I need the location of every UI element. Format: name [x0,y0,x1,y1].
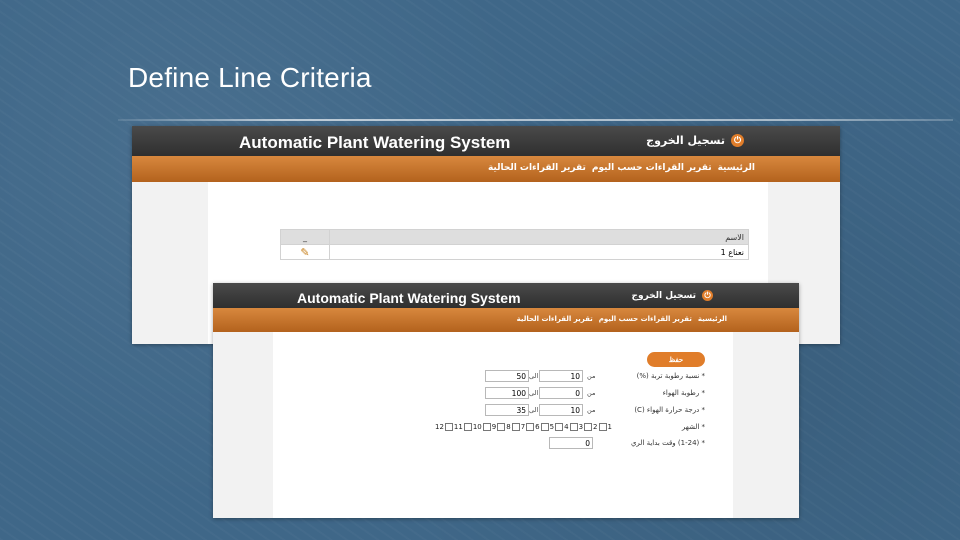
month-number: 8 [506,423,511,431]
air-temperature-from-input[interactable] [539,404,583,416]
to-label: الى [529,372,539,380]
month-number: 3 [578,423,584,431]
slide-title: Define Line Criteria [128,62,372,93]
month-checkbox[interactable] [569,423,578,431]
soil-moisture-from-input[interactable] [539,370,583,382]
month-option: 11 [444,420,463,434]
month-checkbox[interactable] [482,423,491,431]
save-button[interactable]: حفظ [647,352,705,367]
month-number: 11 [453,423,463,431]
table-row: نعناع 1 ✎ [280,244,749,260]
column-header-name: الاسم [329,229,749,245]
app-screenshot-form: Automatic Plant Watering System ⏻ تسجيل … [213,283,799,518]
from-label: من [587,406,596,414]
nav-item-current-report[interactable]: تقرير القراءات الحالية [517,315,593,323]
soil-moisture-to-input[interactable] [485,370,529,382]
app-title: Automatic Plant Watering System [239,133,511,152]
month-option: 6 [525,420,540,434]
nav-item-daily-report[interactable]: تقرير القراءات حسب اليوم [599,315,692,323]
month-number: 10 [472,423,482,431]
app-header: Automatic Plant Watering System ⏻ تسجيل … [132,126,840,156]
app-header: Automatic Plant Watering System ⏻ تسجيل … [213,283,799,308]
month-option: 1 [598,420,612,434]
month-checkbox[interactable] [584,423,593,431]
lines-table: الاسم _ نعناع 1 ✎ [280,229,749,260]
from-label: من [587,372,596,380]
month-option: 12 [435,420,444,434]
power-icon: ⏻ [731,134,744,147]
logout-button[interactable]: ⏻ تسجيل الخروج [646,134,744,147]
month-option: 9 [482,420,496,434]
air-humidity-to-input[interactable] [485,387,529,399]
nav-item-daily-report[interactable]: تقرير القراءات حسب اليوم [592,163,712,173]
air-humidity-row: * رطوبة الهواء من الى [213,386,799,400]
start-time-label: * (1-24) وقت بداية الري [630,439,705,447]
logout-label: تسجيل الخروج [646,134,725,147]
to-label: الى [529,406,539,414]
month-checkbox[interactable] [598,423,607,431]
from-label: من [587,389,596,397]
month-number: 12 [435,423,444,431]
nav-bar: الرئيسية تقرير القراءات حسب اليوم تقرير … [213,308,799,332]
to-label: الى [529,389,539,397]
logout-label: تسجيل الخروج [631,290,697,301]
edit-cell: ✎ [280,244,330,260]
air-temperature-to-input[interactable] [485,404,529,416]
month-option: 7 [511,420,525,434]
month-checkbox[interactable] [526,423,535,431]
air-humidity-label: * رطوبة الهواء [662,389,705,397]
month-option: 2 [583,420,598,434]
month-number: 4 [564,423,569,431]
app-title: Automatic Plant Watering System [297,290,521,306]
nav-item-home[interactable]: الرئيسية [698,315,727,323]
month-option: 5 [540,420,554,434]
month-checkbox[interactable] [555,423,564,431]
power-icon: ⏻ [702,290,713,301]
month-number: 1 [607,423,612,431]
table-header-row: الاسم _ [280,229,749,245]
month-checkbox[interactable] [540,423,549,431]
nav-bar: الرئيسية تقرير القراءات حسب اليوم تقرير … [132,156,840,182]
month-option: 10 [463,420,482,434]
column-header-action: _ [280,229,330,245]
start-time-input[interactable] [549,437,593,449]
air-temperature-label: * درجة حرارة الهواء (C) [634,406,705,414]
month-checkbox[interactable] [497,423,506,431]
nav-item-home[interactable]: الرئيسية [718,163,755,173]
month-option: 3 [569,420,583,434]
month-row: * الشهر 1 2 3 4 5 6 7 8 9 10 11 12 [213,420,799,434]
month-option: 4 [554,420,569,434]
left-margin [132,182,208,344]
logout-button[interactable]: ⏻ تسجيل الخروج [631,290,713,301]
month-number: 7 [520,423,526,431]
air-humidity-from-input[interactable] [539,387,583,399]
soil-moisture-label: * نسبة رطوبة تربة (%) [636,372,705,380]
month-number: 6 [535,423,540,431]
soil-moisture-row: * نسبة رطوبة تربة (%) من الى [213,369,799,383]
month-checkbox[interactable] [444,423,453,431]
cell-name: نعناع 1 [329,244,749,260]
month-option: 8 [496,420,511,434]
month-checkbox-group: 1 2 3 4 5 6 7 8 9 10 11 12 [435,420,612,434]
month-number: 9 [491,423,497,431]
month-checkbox[interactable] [463,423,472,431]
nav-item-current-report[interactable]: تقرير القراءات الحالية [488,163,586,173]
month-checkbox[interactable] [511,423,520,431]
air-temperature-row: * درجة حرارة الهواء (C) من الى [213,403,799,417]
month-label: * الشهر [681,423,705,431]
month-number: 5 [549,423,555,431]
month-number: 2 [593,423,598,431]
title-divider [118,119,953,121]
start-time-row: * (1-24) وقت بداية الري [213,436,799,450]
pencil-edit-icon[interactable]: ✎ [300,246,309,259]
